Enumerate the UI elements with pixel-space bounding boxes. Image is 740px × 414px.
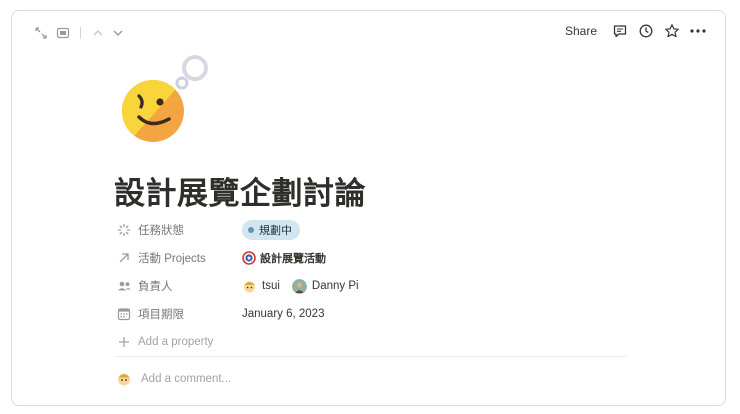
property-status-row: 任務狀態 規劃中 [116,216,626,244]
property-label-text: 活動 Projects [138,253,206,265]
project-link[interactable]: 設計展覽活動 [242,250,326,266]
avatar [291,278,307,294]
status-icon [116,222,132,238]
property-date-row: 項目期限 January 6, 2023 [116,300,626,328]
status-dot [248,227,254,233]
divider [116,356,626,357]
date-value[interactable]: January 6, 2023 [242,308,324,320]
person-name: tsui [262,280,280,292]
add-property-row[interactable]: Add a property [116,328,626,356]
person-chip[interactable]: Danny Pi [291,278,359,294]
project-value[interactable]: 設計展覽活動 [242,250,326,266]
expand-icon[interactable] [32,24,50,42]
property-label-text: 負責人 [138,281,173,293]
smiley-balloon-icon[interactable] [117,49,217,145]
avatar [118,373,130,386]
status-badge[interactable]: 規劃中 [242,220,300,240]
arrow-up-right-icon [116,250,132,266]
add-property-label: Add a property [138,336,214,348]
topbar-right: Share [559,21,707,41]
page-window: Share 設計展覽企劃討論 任務狀態 規劃中 活動 Projects 設計展覽… [11,10,726,406]
property-label-assignee[interactable]: 負責人 [116,278,242,294]
add-property-button[interactable]: Add a property [116,334,242,350]
chevron-down-icon[interactable] [109,24,127,42]
status-text: 規劃中 [259,225,292,237]
calendar-icon [116,306,132,322]
comment-row: Add a comment... [116,371,231,387]
comment-icon[interactable] [611,22,629,40]
people-icon [116,278,132,294]
project-link-text: 設計展覽活動 [260,253,326,265]
project-icon [242,251,256,265]
avatar [244,281,255,292]
property-label-text: 項目期限 [138,309,184,321]
plus-icon [116,334,132,350]
property-label-text: 任務狀態 [138,225,184,237]
more-icon[interactable] [689,22,707,40]
page-title[interactable]: 設計展覽企劃討論 [114,168,366,213]
assignee-value[interactable]: tsui Danny Pi [242,278,371,294]
topbar-left [32,24,127,42]
property-project-row: 活動 Projects 設計展覽活動 [116,244,626,272]
share-button[interactable]: Share [559,21,603,41]
clock-icon[interactable] [637,22,655,40]
property-assignee-row: 負責人 tsui Danny Pi [116,272,626,300]
star-icon[interactable] [663,22,681,40]
status-value[interactable]: 規劃中 [242,220,300,240]
person-chip[interactable]: tsui [242,279,280,294]
chevron-up-icon[interactable] [89,24,107,42]
topbar-divider [80,27,81,39]
property-label-project[interactable]: 活動 Projects [116,250,242,266]
person-name: Danny Pi [311,280,359,292]
property-label-date[interactable]: 項目期限 [116,306,242,322]
topbar: Share [12,11,725,51]
property-label-status[interactable]: 任務狀態 [116,222,242,238]
peek-mode-icon[interactable] [54,24,72,42]
properties-panel: 任務狀態 規劃中 活動 Projects 設計展覽活動 負責人 tsui Dan… [116,216,626,356]
comment-input[interactable]: Add a comment... [141,373,231,385]
